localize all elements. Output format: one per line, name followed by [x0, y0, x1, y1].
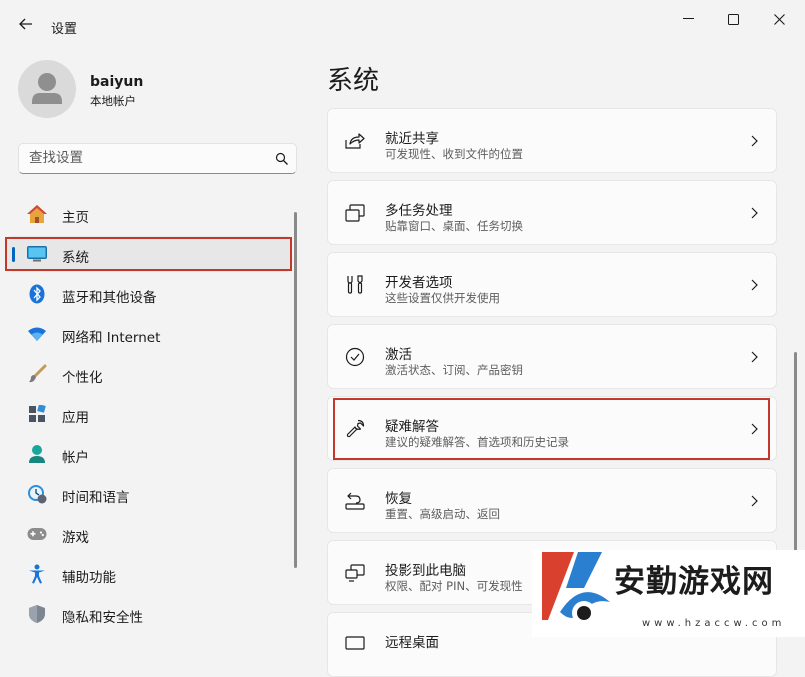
bluetooth-icon [26, 284, 48, 304]
close-button[interactable] [765, 8, 793, 30]
sidebar-item-privacy[interactable]: 隐私和安全性 [6, 596, 292, 632]
home-icon [26, 204, 48, 224]
chevron-right-icon [751, 351, 758, 363]
apps-icon [26, 404, 48, 424]
setting-card-recovery[interactable]: 恢复 重置、高级启动、返回 [327, 468, 777, 533]
sidebar-item-label: 时间和语言 [62, 490, 130, 506]
sidebar-item-bluetooth[interactable]: 蓝牙和其他设备 [6, 276, 292, 312]
card-title: 就近共享 [385, 131, 439, 147]
highlight-box [333, 398, 770, 460]
account-icon [26, 444, 48, 464]
maximize-icon [727, 13, 739, 25]
setting-card-multitasking[interactable]: 多任务处理 贴靠窗口、桌面、任务切换 [327, 180, 777, 245]
setting-card-nearby-sharing[interactable]: 就近共享 可发现性、收到文件的位置 [327, 108, 777, 173]
watermark-text: 安勤游戏网 [614, 564, 774, 600]
page-title: 系统 [327, 66, 380, 96]
title-bar: 设置 [0, 0, 805, 48]
recovery-icon [344, 490, 366, 512]
sidebar-item-label: 游戏 [62, 530, 89, 546]
accessibility-icon [26, 564, 48, 584]
search-icon[interactable] [275, 152, 289, 166]
sidebar-item-label: 蓝牙和其他设备 [62, 290, 157, 306]
developer-tools-icon [344, 274, 366, 296]
sidebar-item-label: 辅助功能 [62, 570, 116, 586]
card-description: 这些设置仅供开发使用 [385, 291, 500, 305]
sidebar-item-label: 帐户 [62, 450, 89, 466]
arrow-left-icon [19, 18, 32, 30]
avatar[interactable] [18, 60, 76, 118]
card-description: 贴靠窗口、桌面、任务切换 [385, 219, 523, 233]
card-title: 恢复 [385, 491, 412, 507]
maximize-button[interactable] [719, 8, 747, 30]
sidebar-item-label: 主页 [62, 210, 89, 226]
card-title: 激活 [385, 347, 412, 363]
card-title: 开发者选项 [385, 275, 453, 291]
card-title: 投影到此电脑 [385, 563, 466, 579]
remote-desktop-icon [344, 634, 366, 656]
time-language-icon [26, 484, 48, 504]
activation-check-icon [344, 346, 366, 368]
sidebar-item-time-language[interactable]: 时间和语言 [6, 476, 292, 512]
search-box[interactable] [18, 143, 297, 174]
close-icon [773, 13, 785, 25]
app-title: 设置 [51, 22, 78, 37]
chevron-right-icon [751, 207, 758, 219]
sidebar-item-apps[interactable]: 应用 [6, 396, 292, 432]
sidebar-item-label: 应用 [62, 410, 89, 426]
card-title: 远程桌面 [385, 635, 439, 651]
projection-icon [344, 562, 366, 584]
card-description: 权限、配对 PIN、可发现性 [385, 579, 523, 593]
paintbrush-icon [26, 364, 48, 384]
card-description: 可发现性、收到文件的位置 [385, 147, 523, 161]
search-input[interactable] [29, 150, 259, 166]
watermark-url: www.hzaccw.com [642, 618, 786, 629]
gamepad-icon [26, 524, 48, 544]
back-button[interactable] [14, 12, 38, 36]
shield-icon [26, 604, 48, 624]
sidebar-item-accounts[interactable]: 帐户 [6, 436, 292, 472]
user-name: baiyun [90, 74, 144, 90]
sidebar-item-personalization[interactable]: 个性化 [6, 356, 292, 392]
sidebar-item-accessibility[interactable]: 辅助功能 [6, 556, 292, 592]
chevron-right-icon [751, 279, 758, 291]
sidebar-item-home[interactable]: 主页 [6, 196, 292, 232]
share-icon [344, 130, 366, 152]
setting-card-activation[interactable]: 激活 激活状态、订阅、产品密钥 [327, 324, 777, 389]
sidebar-item-label: 网络和 Internet [62, 330, 161, 346]
user-avatar-icon [32, 73, 62, 104]
sidebar-item-label: 个性化 [62, 370, 103, 386]
multitasking-icon [344, 202, 366, 224]
chevron-right-icon [751, 495, 758, 507]
watermark-logo-icon [542, 552, 610, 625]
sidebar-scrollbar[interactable] [294, 212, 297, 568]
minimize-icon [682, 18, 694, 19]
account-type: 本地帐户 [90, 94, 136, 108]
wifi-icon [26, 324, 48, 344]
setting-card-developer-options[interactable]: 开发者选项 这些设置仅供开发使用 [327, 252, 777, 317]
card-description: 激活状态、订阅、产品密钥 [385, 363, 523, 377]
chevron-right-icon [751, 135, 758, 147]
card-description: 重置、高级启动、返回 [385, 507, 500, 521]
highlight-box [5, 237, 292, 271]
card-title: 多任务处理 [385, 203, 453, 219]
sidebar-item-label: 隐私和安全性 [62, 610, 143, 626]
sidebar-item-network[interactable]: 网络和 Internet [6, 316, 292, 352]
watermark: 安勤游戏网 www.hzaccw.com [532, 550, 805, 637]
sidebar-item-gaming[interactable]: 游戏 [6, 516, 292, 552]
minimize-button[interactable] [674, 8, 702, 30]
